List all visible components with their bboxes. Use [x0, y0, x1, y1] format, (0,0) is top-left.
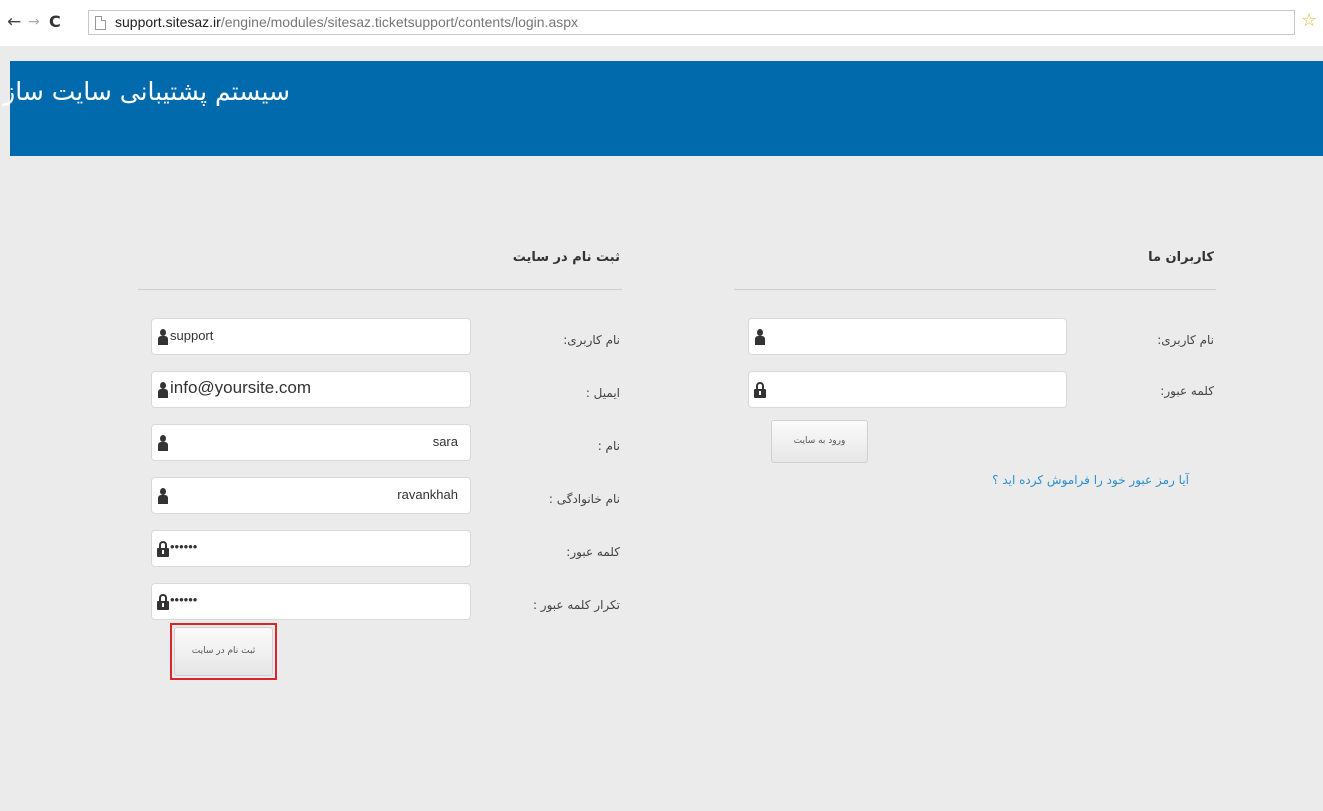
- register-password-label: کلمه عبور:: [566, 545, 620, 559]
- browser-toolbar: ← → C support.sitesaz.ir/engine/modules/…: [0, 0, 1323, 46]
- register-button[interactable]: ثبت نام در سایت: [174, 627, 273, 676]
- login-section-title: کاربران ما: [1148, 250, 1214, 265]
- register-lastname-label: نام خانوادگی :: [548, 492, 620, 506]
- register-email-input[interactable]: info@yoursite.com: [151, 371, 471, 408]
- register-username-input[interactable]: support: [151, 318, 471, 355]
- back-arrow-icon[interactable]: ←: [7, 12, 21, 32]
- lock-icon: [754, 382, 766, 399]
- bookmark-star-icon[interactable]: ☆: [1301, 10, 1317, 31]
- register-lastname-input[interactable]: ravankhah: [151, 477, 471, 514]
- login-password-input[interactable]: [748, 371, 1067, 408]
- register-lastname-value: ravankhah: [397, 487, 458, 502]
- url-text[interactable]: support.sitesaz.ir/engine/modules/sitesa…: [115, 14, 578, 30]
- user-icon: [754, 329, 766, 346]
- user-icon: [157, 382, 169, 399]
- user-icon: [157, 435, 169, 452]
- url-path: /engine/modules/sitesaz.ticketsupport/co…: [220, 14, 579, 30]
- register-username-label: نام کاربری:: [563, 333, 620, 347]
- register-firstname-value: sara: [432, 434, 458, 449]
- register-password-repeat-input[interactable]: ••••••: [151, 583, 471, 620]
- register-password-value: ••••••: [170, 539, 198, 554]
- lock-icon: [157, 594, 169, 611]
- register-firstname-input[interactable]: sara: [151, 424, 471, 461]
- site-title: سیستم پشتیبانی سایت ساز: [3, 77, 290, 106]
- login-username-input[interactable]: [748, 318, 1067, 355]
- register-divider: [138, 289, 622, 290]
- user-icon: [157, 329, 169, 346]
- site-header: سیستم پشتیبانی سایت ساز: [3, 61, 1323, 156]
- user-icon: [157, 488, 169, 505]
- register-password-input[interactable]: ••••••: [151, 530, 471, 567]
- register-password-repeat-label: تکرار کلمه عبور :: [532, 598, 620, 612]
- address-bar[interactable]: support.sitesaz.ir/engine/modules/sitesa…: [88, 10, 1295, 35]
- url-host: support.sitesaz.ir: [115, 14, 221, 30]
- register-username-value: support: [170, 328, 214, 343]
- register-password-repeat-value: ••••••: [170, 592, 198, 607]
- login-divider: [734, 289, 1216, 290]
- register-email-value: info@yoursite.com: [170, 378, 312, 397]
- forgot-password-link[interactable]: آیا رمز عبور خود را فراموش کرده اید ؟: [992, 473, 1189, 487]
- register-section-title: ثبت نام در سایت: [512, 250, 620, 265]
- forward-arrow-icon[interactable]: →: [28, 12, 40, 32]
- login-username-label: نام کاربری:: [1157, 333, 1214, 347]
- register-firstname-label: نام :: [597, 439, 620, 453]
- register-email-label: ایمیل :: [585, 386, 620, 400]
- reload-icon[interactable]: C: [49, 12, 61, 32]
- lock-icon: [157, 541, 169, 558]
- login-button[interactable]: ورود به سایت: [771, 420, 868, 463]
- login-password-label: کلمه عبور:: [1160, 384, 1214, 398]
- page-icon: [95, 16, 106, 30]
